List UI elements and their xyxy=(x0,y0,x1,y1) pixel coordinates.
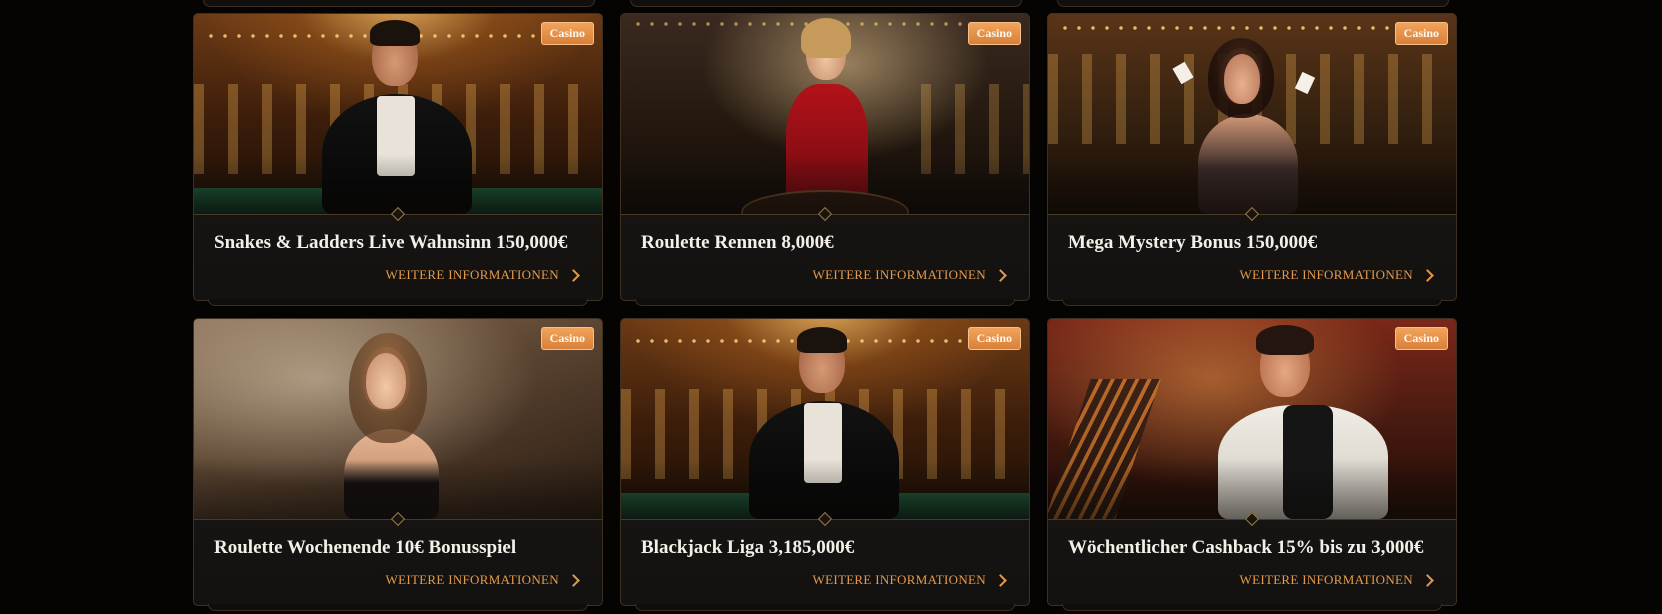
category-badge: Casino xyxy=(1394,22,1448,45)
promo-title: Blackjack Liga 3,185,000€ xyxy=(641,537,855,558)
more-info-label: WEITERE INFORMATIONEN xyxy=(812,572,986,587)
category-badge: Casino xyxy=(540,327,594,350)
card-shadow-edge xyxy=(208,299,588,306)
category-badge: Casino xyxy=(967,327,1021,350)
more-info-label: WEITERE INFORMATIONEN xyxy=(1239,572,1413,587)
chevron-right-icon xyxy=(1421,573,1434,587)
promotions-grid: Casino Snakes & Ladders Live Wahnsinn 15… xyxy=(193,0,1457,614)
card-shadow-edge xyxy=(635,604,1015,611)
category-badge: Casino xyxy=(1394,327,1448,350)
promo-card[interactable]: Casino Wöchentlicher Cashback 15% bis zu… xyxy=(1047,318,1457,611)
card-shadow-edge xyxy=(208,604,588,611)
more-info-link[interactable]: WEITERE INFORMATIONEN xyxy=(1240,267,1436,283)
more-info-link[interactable]: WEITERE INFORMATIONEN xyxy=(386,267,582,283)
more-info-link[interactable]: WEITERE INFORMATIONEN xyxy=(386,572,582,588)
promo-card[interactable]: Casino Roulette Wochenende 10€ Bonusspie… xyxy=(193,318,603,611)
previous-card-edge xyxy=(203,0,595,7)
chevron-right-icon xyxy=(1421,268,1434,282)
category-badge: Casino xyxy=(967,22,1021,45)
chevron-right-icon xyxy=(567,573,580,587)
previous-card-edge xyxy=(1057,0,1449,7)
more-info-link[interactable]: WEITERE INFORMATIONEN xyxy=(813,572,1009,588)
promo-card[interactable]: Casino Mega Mystery Bonus 150,000€ WEITE… xyxy=(1047,13,1457,306)
card-shadow-edge xyxy=(635,299,1015,306)
promo-title: Snakes & Ladders Live Wahnsinn 150,000€ xyxy=(214,232,568,253)
card-shadow-edge xyxy=(1062,299,1442,306)
promo-title: Roulette Rennen 8,000€ xyxy=(641,232,834,253)
chevron-right-icon xyxy=(994,573,1007,587)
promo-card[interactable]: Casino Roulette Rennen 8,000€ WEITERE IN… xyxy=(620,13,1030,306)
previous-card-edge xyxy=(630,0,1022,7)
more-info-label: WEITERE INFORMATIONEN xyxy=(1239,267,1413,282)
promo-title: Mega Mystery Bonus 150,000€ xyxy=(1068,232,1318,253)
more-info-label: WEITERE INFORMATIONEN xyxy=(812,267,986,282)
chevron-right-icon xyxy=(994,268,1007,282)
category-badge: Casino xyxy=(540,22,594,45)
more-info-link[interactable]: WEITERE INFORMATIONEN xyxy=(1240,572,1436,588)
promo-card[interactable]: Casino Blackjack Liga 3,185,000€ WEITERE… xyxy=(620,318,1030,611)
more-info-label: WEITERE INFORMATIONEN xyxy=(385,267,559,282)
more-info-link[interactable]: WEITERE INFORMATIONEN xyxy=(813,267,1009,283)
promo-title: Roulette Wochenende 10€ Bonusspiel xyxy=(214,537,517,558)
promo-title: Wöchentlicher Cashback 15% bis zu 3,000€ xyxy=(1068,537,1424,558)
chevron-right-icon xyxy=(567,268,580,282)
promo-card[interactable]: Casino Snakes & Ladders Live Wahnsinn 15… xyxy=(193,13,603,306)
card-shadow-edge xyxy=(1062,604,1442,611)
more-info-label: WEITERE INFORMATIONEN xyxy=(385,572,559,587)
